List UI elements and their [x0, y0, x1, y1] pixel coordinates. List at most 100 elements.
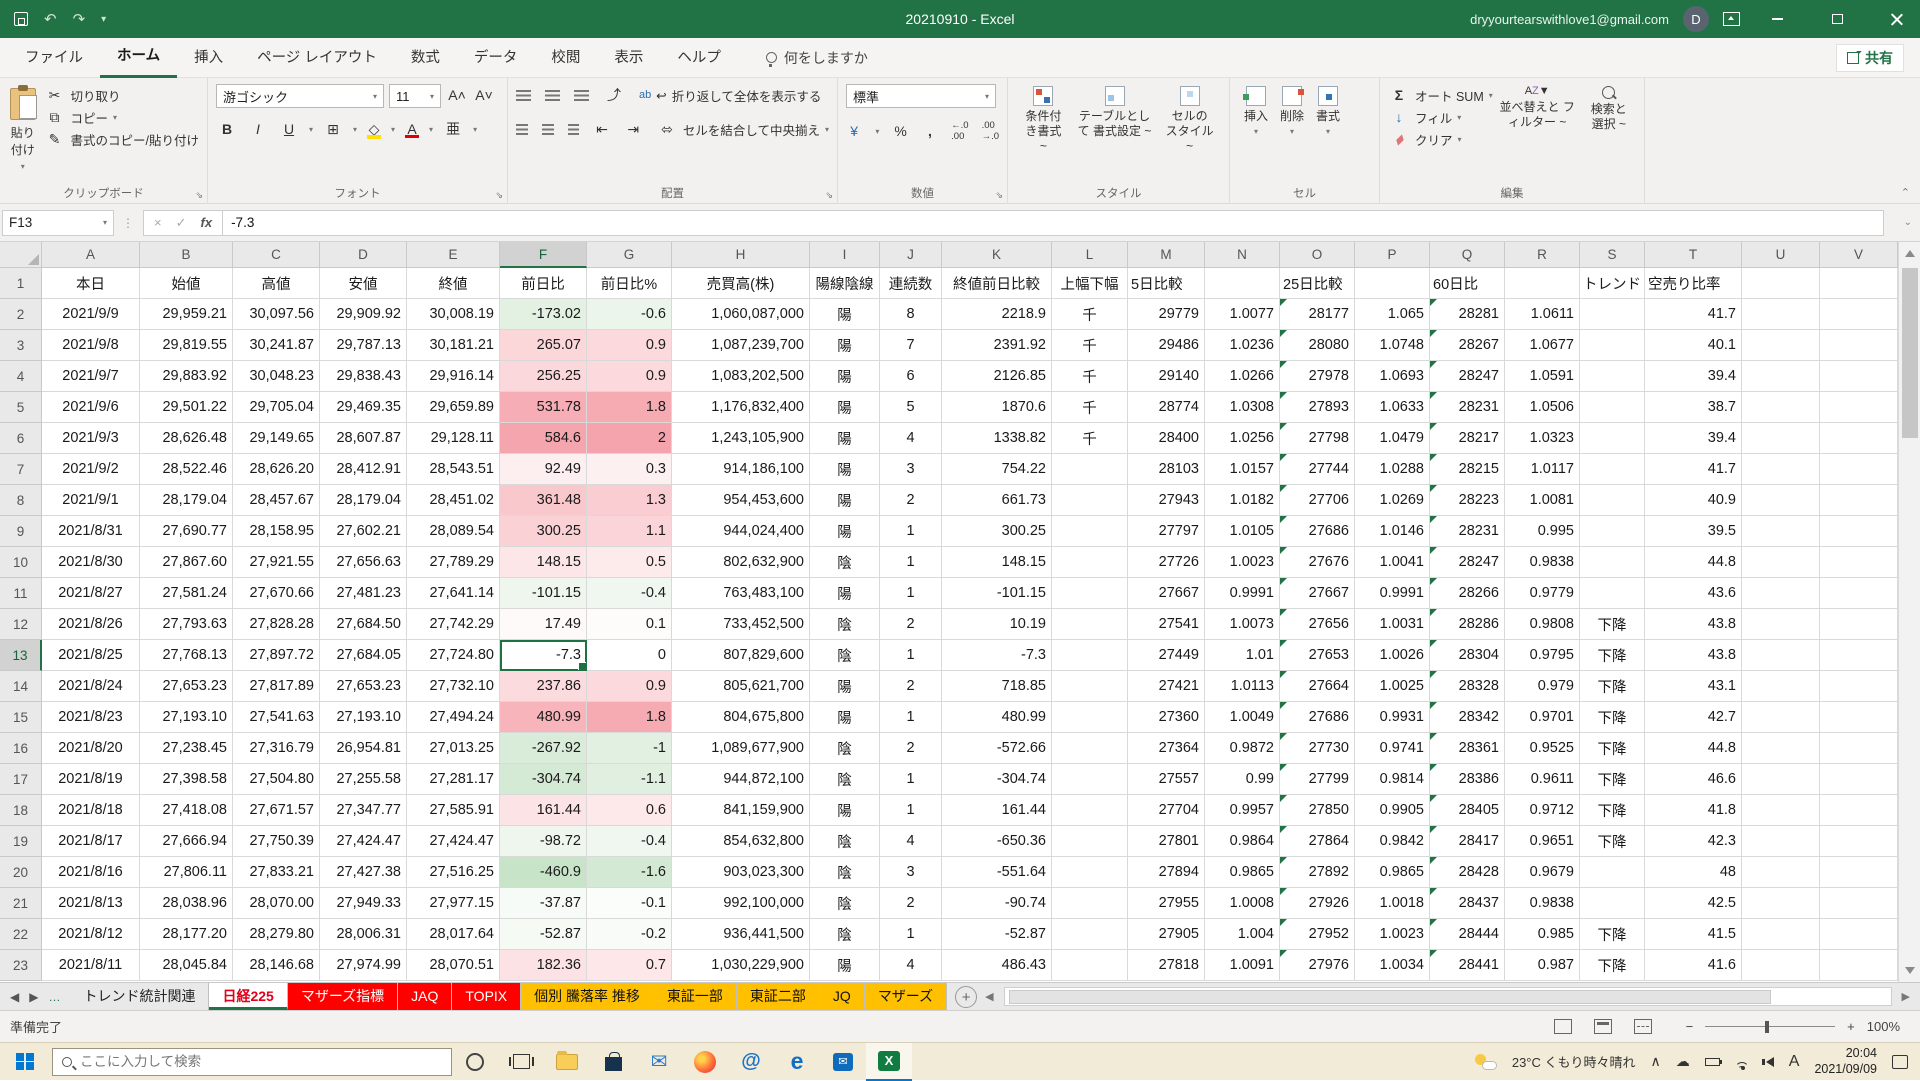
tell-me-box[interactable]: 何をしますか [765, 48, 868, 68]
cell[interactable]: 0.9795 [1505, 640, 1580, 671]
cell[interactable]: 300.25 [942, 516, 1052, 547]
cell[interactable]: 下降 [1580, 671, 1645, 702]
cell[interactable]: 1.3 [587, 485, 672, 516]
row-header-19[interactable]: 19 [0, 826, 42, 857]
cell[interactable] [1742, 547, 1820, 578]
account-email[interactable]: dryyourtearswithlove1@gmail.com [1470, 12, 1669, 27]
scroll-down-icon[interactable] [1905, 967, 1915, 974]
autosum-button[interactable]: Σ オート SUM ▾ [1388, 84, 1493, 106]
header-cell[interactable]: 60日比 [1430, 268, 1505, 299]
align-middle-icon[interactable] [545, 89, 560, 101]
zoom-out-icon[interactable]: − [1686, 1019, 1694, 1034]
cell[interactable]: 陰 [810, 640, 880, 671]
cell[interactable]: 27,193.10 [320, 702, 407, 733]
qat-customize-icon[interactable]: ▾ [101, 14, 106, 25]
cell[interactable] [1820, 454, 1898, 485]
cell[interactable]: 944,872,100 [672, 764, 810, 795]
align-left-icon[interactable] [516, 123, 528, 135]
cell[interactable]: 0.9872 [1205, 733, 1280, 764]
cell[interactable]: 27686 [1280, 702, 1355, 733]
cell[interactable] [1820, 702, 1898, 733]
wrap-text-button[interactable]: ab ↩ 折り返して全体を表示する [639, 84, 821, 106]
column-header-N[interactable]: N [1205, 242, 1280, 268]
cell[interactable] [1820, 857, 1898, 888]
cell[interactable]: 46.6 [1645, 764, 1742, 795]
undo-icon[interactable]: ↶ [44, 10, 57, 28]
cell[interactable]: 1.0182 [1205, 485, 1280, 516]
cell[interactable]: 480.99 [942, 702, 1052, 733]
cell[interactable]: 27,653.23 [140, 671, 233, 702]
cell[interactable]: 1.0266 [1205, 361, 1280, 392]
cell[interactable] [1820, 671, 1898, 702]
column-header-K[interactable]: K [942, 242, 1052, 268]
cell[interactable] [1052, 919, 1128, 950]
cell[interactable]: 27541 [1128, 609, 1205, 640]
cell[interactable] [1820, 578, 1898, 609]
cell[interactable]: -1.6 [587, 857, 672, 888]
cell[interactable]: 0.9611 [1505, 764, 1580, 795]
cell[interactable]: 1.0256 [1205, 423, 1280, 454]
underline-button[interactable]: U [278, 118, 300, 140]
cell[interactable]: 1 [880, 702, 942, 733]
cell[interactable]: 27,255.58 [320, 764, 407, 795]
cell[interactable]: 28247 [1430, 547, 1505, 578]
cell[interactable]: 1.0113 [1205, 671, 1280, 702]
cell[interactable]: 1.0308 [1205, 392, 1280, 423]
cell[interactable]: 1.0506 [1505, 392, 1580, 423]
cell[interactable] [1052, 516, 1128, 547]
cell[interactable]: 1,243,105,900 [672, 423, 810, 454]
cell[interactable]: 42.7 [1645, 702, 1742, 733]
collapse-ribbon-icon[interactable]: ⌃ [1901, 186, 1910, 199]
cell[interactable]: 0.995 [1505, 516, 1580, 547]
cell[interactable]: 1.0026 [1355, 640, 1430, 671]
cell[interactable]: 237.86 [500, 671, 587, 702]
cell[interactable]: 1870.6 [942, 392, 1052, 423]
cell[interactable]: 28437 [1430, 888, 1505, 919]
column-header-S[interactable]: S [1580, 242, 1645, 268]
start-button[interactable] [0, 1043, 50, 1081]
row-header-16[interactable]: 16 [0, 733, 42, 764]
cell[interactable]: 28266 [1430, 578, 1505, 609]
cell[interactable] [1052, 702, 1128, 733]
cell[interactable]: 2021/9/6 [42, 392, 140, 423]
cell[interactable]: 44.8 [1645, 547, 1742, 578]
cell[interactable]: 28,177.20 [140, 919, 233, 950]
row-header-3[interactable]: 3 [0, 330, 42, 361]
align-center-icon[interactable] [541, 123, 554, 135]
cell[interactable]: 29,909.92 [320, 299, 407, 330]
cell[interactable]: 27,641.14 [407, 578, 500, 609]
cell[interactable]: 30,048.23 [233, 361, 320, 392]
cell[interactable]: 763,483,100 [672, 578, 810, 609]
wifi-icon[interactable] [1734, 1055, 1751, 1070]
cell[interactable]: 1.0591 [1505, 361, 1580, 392]
cell[interactable]: 4 [880, 423, 942, 454]
column-header-D[interactable]: D [320, 242, 407, 268]
cell[interactable]: 陽 [810, 795, 880, 826]
cell[interactable]: 27364 [1128, 733, 1205, 764]
cell[interactable]: 27,398.58 [140, 764, 233, 795]
cortana-button[interactable] [452, 1043, 498, 1081]
cell[interactable]: 27,750.39 [233, 826, 320, 857]
cell[interactable]: 802,632,900 [672, 547, 810, 578]
cell[interactable] [1742, 299, 1820, 330]
grow-font-icon[interactable]: A˄ [446, 84, 468, 106]
cell[interactable]: 148.15 [500, 547, 587, 578]
cell[interactable]: 27,768.13 [140, 640, 233, 671]
cell[interactable] [1742, 671, 1820, 702]
cell[interactable]: 30,181.21 [407, 330, 500, 361]
cell[interactable] [1580, 454, 1645, 485]
cell[interactable]: 陰 [810, 919, 880, 950]
align-right-icon[interactable] [567, 123, 580, 135]
insert-cells-button[interactable]: 挿入 ▾ [1238, 84, 1274, 184]
cell[interactable]: 39.4 [1645, 423, 1742, 454]
decrease-decimal-icon[interactable]: .00 →.0 [982, 120, 999, 142]
cell[interactable] [1742, 578, 1820, 609]
cell[interactable]: 27664 [1280, 671, 1355, 702]
cell[interactable]: 2021/8/18 [42, 795, 140, 826]
cell[interactable] [1820, 392, 1898, 423]
insert-function-icon[interactable]: fx [201, 215, 213, 230]
cell[interactable]: 27,281.17 [407, 764, 500, 795]
cell[interactable] [1580, 578, 1645, 609]
cell[interactable]: 1.0146 [1355, 516, 1430, 547]
row-header-14[interactable]: 14 [0, 671, 42, 702]
